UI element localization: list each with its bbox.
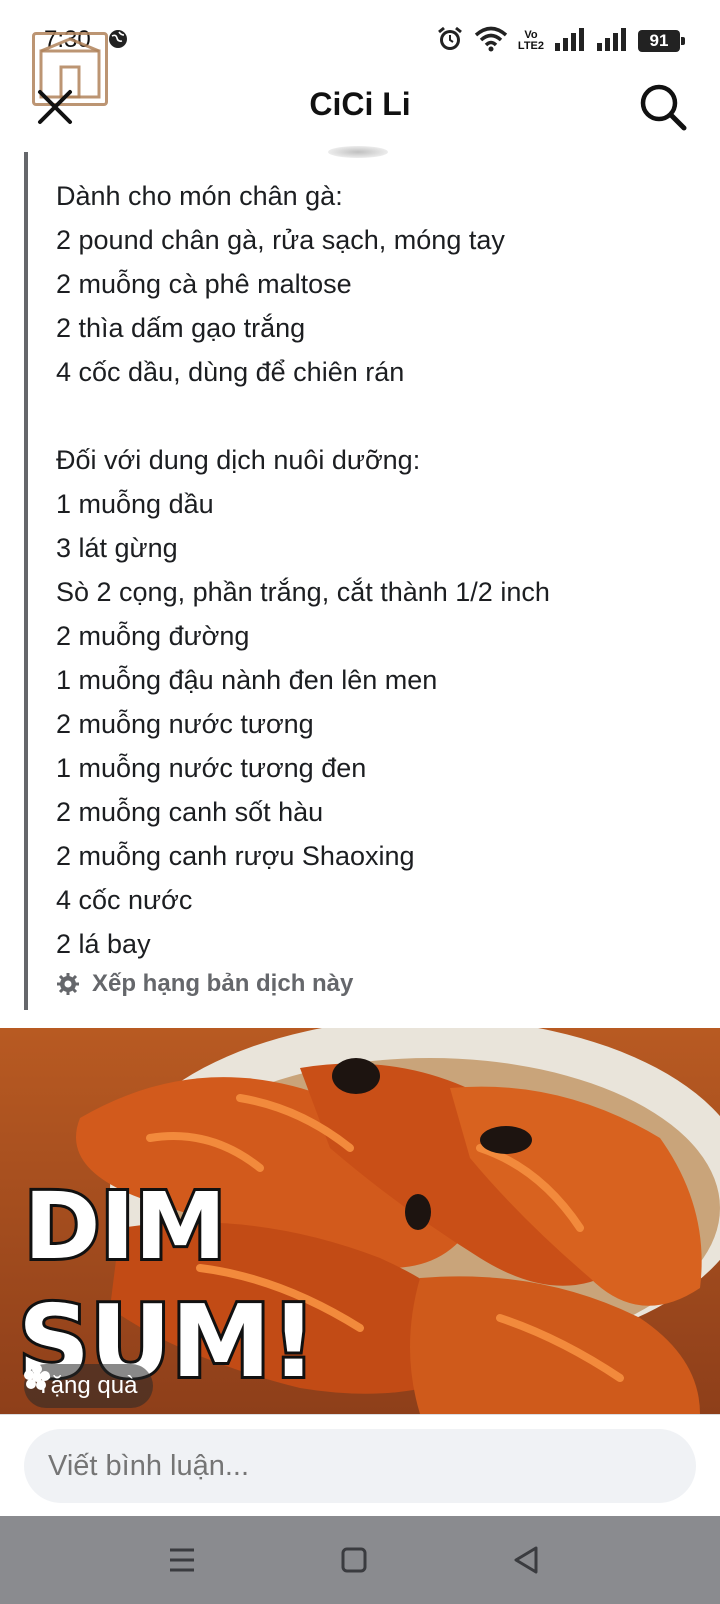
home-icon [341,1547,367,1573]
recipe-line: 4 cốc dầu, dùng để chiên rán [56,357,405,387]
rate-translation-link[interactable]: Xếp hạng bản dịch này [56,970,353,998]
chicken-feet-photo: DIM SUM! [15,1028,720,1414]
back-nav-button[interactable] [508,1542,544,1578]
rate-translation-label: Xếp hạng bản dịch này [92,970,354,997]
comment-input[interactable] [24,1429,696,1503]
recipe-line: 2 muỗng canh rượu Shaoxing [56,841,415,871]
wifi-icon [474,26,508,57]
globe-icon [108,29,128,54]
menu-icon [170,1548,194,1572]
system-navbar [0,1516,720,1604]
gift-label: Tặng quà [36,1372,138,1399]
screen: 7:30 Vo LTE2 91 CiCi Li Dành cho món châ… [0,0,720,1604]
recipe-line: 3 lát gừng [56,533,178,563]
recipe-list: Dành cho món chân gà: 2 pound chân gà, r… [56,174,550,966]
gift-icon [24,1364,50,1390]
recipe-line: 2 pound chân gà, rửa sạch, móng tay [56,225,505,255]
recipe-line: 2 lá bay [56,929,151,959]
recipe-line: 1 muỗng dầu [56,489,214,519]
volte-indicator: Vo LTE2 [518,30,544,52]
recipe-line: 4 cốc nước [56,885,193,915]
scroll-shadow [328,146,388,158]
search-button[interactable] [638,82,688,132]
status-bar: 7:30 Vo LTE2 91 [0,0,720,106]
page-title: CiCi Li [309,86,411,122]
recipe-line: Dành cho món chân gà: [56,181,343,211]
recipe-line: 2 muỗng nước tương [56,709,314,739]
gear-icon [57,973,79,995]
recipe-line: 1 muỗng đậu nành đen lên men [56,665,438,695]
recipe-line: 2 muỗng cà phê maltose [56,269,352,299]
home-nav-button[interactable] [336,1542,372,1578]
recipe-line: 2 muỗng canh sốt hàu [56,797,324,827]
recipe-line: 1 muỗng nước tương đen [56,753,367,783]
search-icon [640,84,687,131]
signal-icon [554,26,586,57]
lte-label: LTE2 [517,40,544,52]
status-icons: Vo LTE2 91 [436,24,685,58]
comment-bar [0,1414,720,1516]
back-icon [514,1546,538,1574]
gift-button[interactable]: Tặng quà [24,1364,154,1408]
recipe-line: 2 muỗng đường [56,621,250,651]
post-text-block: Dành cho món chân gà: 2 pound chân gà, r… [24,146,704,1010]
post-photo[interactable]: DIM SUM! Tặng quà [0,1028,720,1414]
signal-icon-2 [596,26,628,57]
recipe-line: 2 thìa dấm gạo trắng [56,313,306,343]
recipe-line: Đối với dung dịch nuôi dưỡng: [56,445,421,475]
recipe-line [56,394,550,438]
alarm-icon [436,25,464,58]
battery-icon: 91 [638,30,685,52]
dim-text: DIM [24,1173,226,1280]
recipe-line: Sò 2 cọng, phần trắng, cắt thành 1/2 inc… [56,577,550,607]
battery-level: 91 [649,31,669,50]
menu-nav-button[interactable] [164,1542,200,1578]
